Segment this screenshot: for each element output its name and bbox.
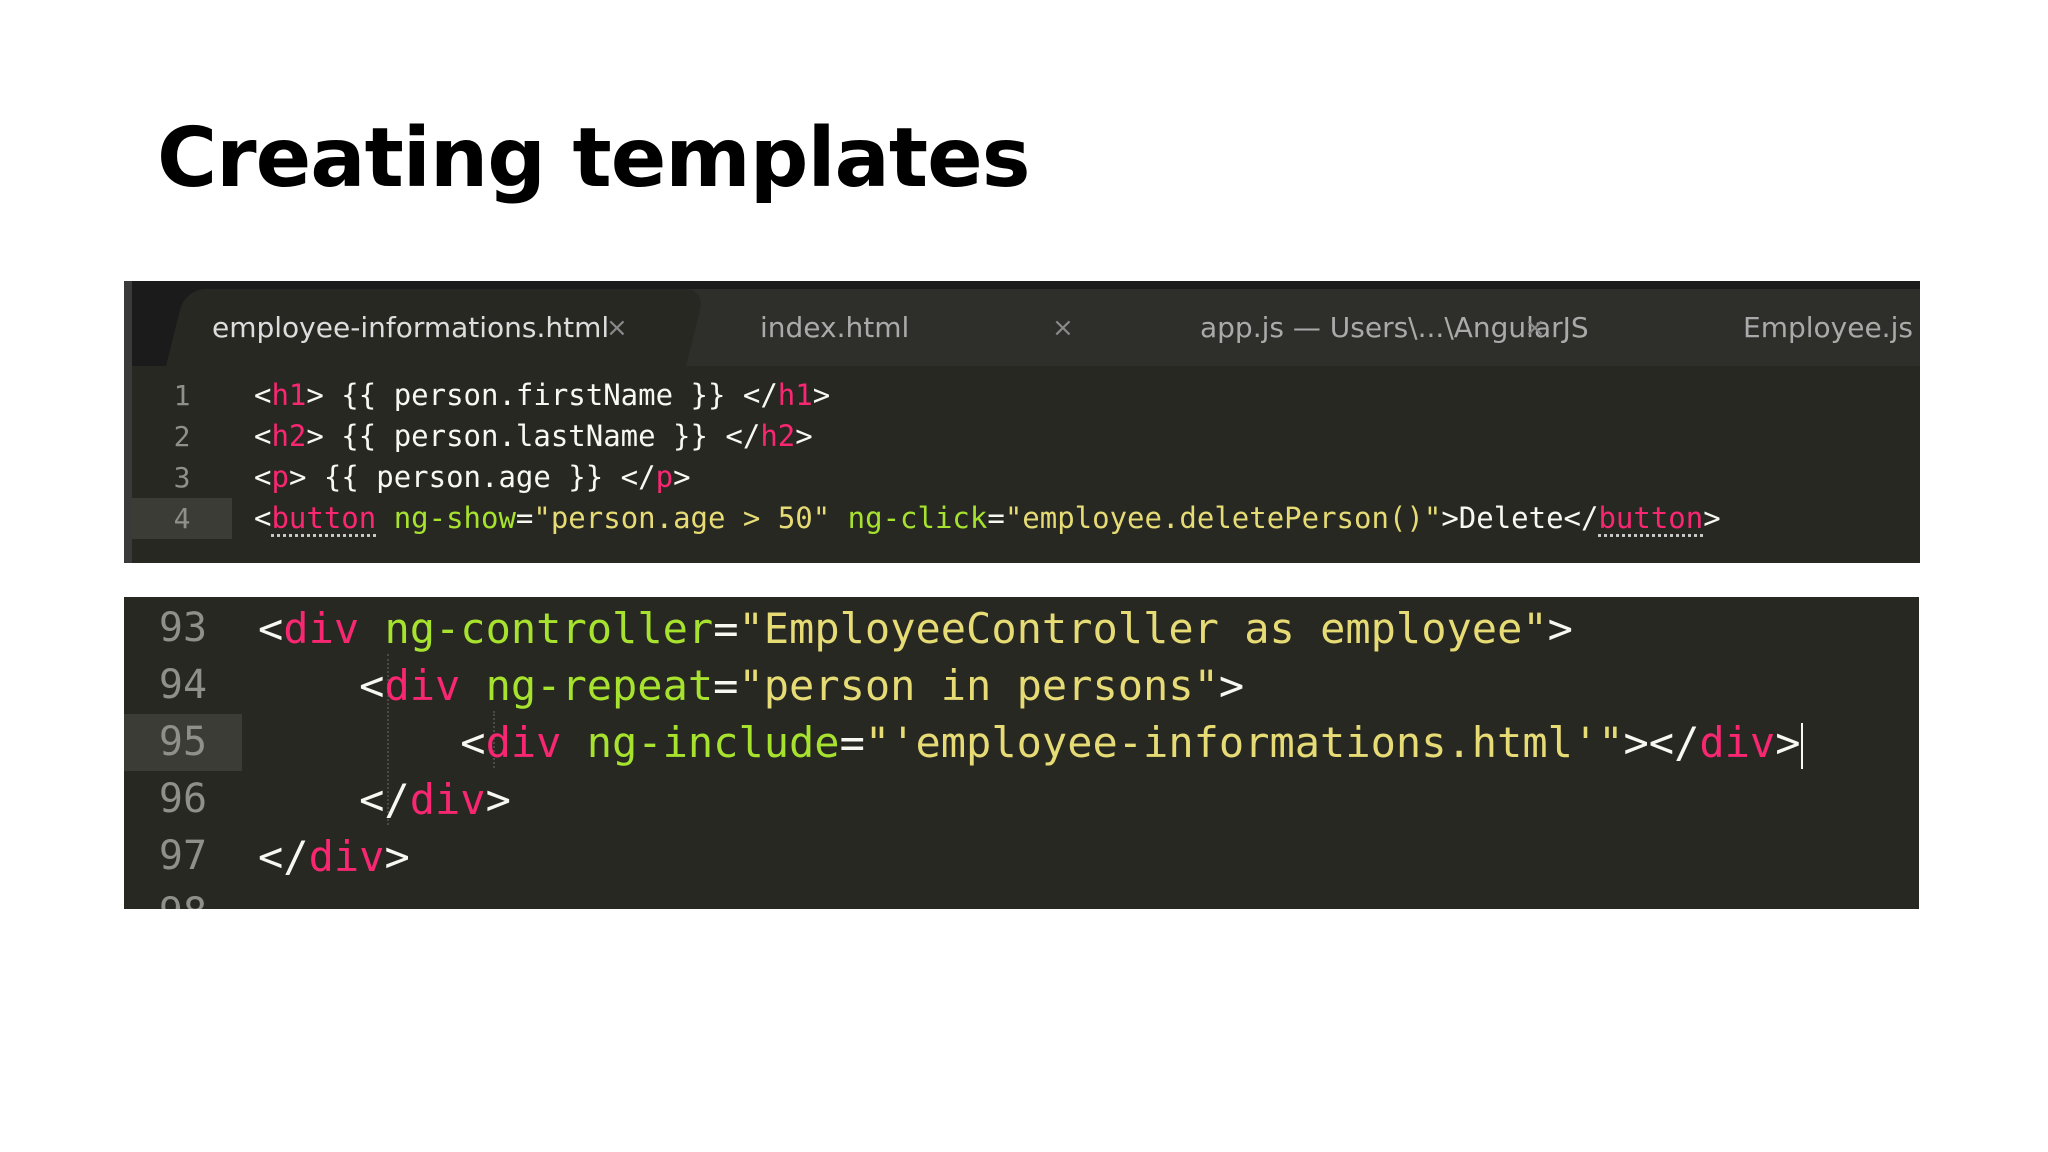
text-cursor bbox=[1800, 722, 1803, 769]
code-token: h2 bbox=[271, 419, 307, 453]
code-token: h2 bbox=[760, 419, 796, 453]
code-token: ng-include bbox=[586, 718, 840, 767]
code-token: > bbox=[795, 419, 813, 453]
code-token: < bbox=[258, 604, 284, 653]
code-token: "employee.deletePerson()" bbox=[1004, 501, 1442, 535]
code-token: div bbox=[485, 718, 562, 767]
slide-title: Creating templates bbox=[157, 111, 1031, 206]
code-line[interactable]: 2 <h2> {{ person.lastName }} </h2> bbox=[132, 416, 1920, 457]
code-token: div bbox=[1699, 718, 1776, 767]
code-token: > bbox=[1218, 661, 1245, 710]
code-line[interactable]: 93 <div ng-controller="EmployeeController… bbox=[124, 600, 1919, 657]
code-text: </div> bbox=[258, 828, 410, 885]
code-line[interactable]: 95 <div ng-include="'employee-informatio… bbox=[124, 714, 1919, 771]
code-token: > {{ person.lastName }} </ bbox=[306, 419, 761, 453]
code-token: >Delete</ bbox=[1441, 501, 1599, 535]
code-text: <div ng-include="'employee-informations.… bbox=[258, 714, 1803, 771]
code-line[interactable]: 4 <button ng-show="person.age > 50" ng-cl… bbox=[132, 498, 1920, 539]
code-line[interactable]: 94 <div ng-repeat="person in persons"> bbox=[124, 657, 1919, 714]
code-token: div bbox=[409, 775, 486, 824]
code-text: <div ng-controller="EmployeeController a… bbox=[258, 600, 1573, 657]
code-editor-template: employee-informations.html × index.html × ap… bbox=[124, 281, 1920, 563]
code-token: > bbox=[812, 378, 831, 412]
line-number: 2 bbox=[173, 420, 191, 453]
line-number: 94 bbox=[158, 662, 208, 708]
code-token: = bbox=[713, 661, 739, 710]
code-token: div bbox=[384, 661, 461, 710]
line-number: 96 bbox=[158, 776, 208, 822]
line-number: 3 bbox=[173, 461, 191, 494]
close-icon[interactable]: × bbox=[1524, 313, 1546, 343]
code-token: > bbox=[673, 460, 691, 494]
code-token: < bbox=[254, 419, 272, 453]
code-token: = bbox=[515, 501, 534, 535]
code-token: </ bbox=[258, 832, 309, 881]
line-number: 95 bbox=[124, 714, 242, 771]
code-token: = bbox=[713, 604, 739, 653]
line-number: 4 bbox=[132, 498, 232, 539]
code-token: ></ bbox=[1623, 718, 1700, 767]
editor-left-edge bbox=[124, 281, 132, 563]
tab-label: Employee.js bbox=[1743, 311, 1913, 344]
code-token: p bbox=[655, 460, 674, 494]
line-number: 97 bbox=[158, 833, 208, 879]
code-token: "EmployeeController as employee" bbox=[738, 604, 1548, 653]
code-token: ng-show bbox=[393, 501, 516, 535]
code-token: > bbox=[1703, 501, 1721, 535]
code-token: div bbox=[283, 604, 360, 653]
code-token: = bbox=[987, 501, 1005, 535]
code-token: div bbox=[308, 832, 385, 881]
code-editor-index: 93 <div ng-controller="EmployeeController… bbox=[124, 597, 1919, 909]
code-token: h1 bbox=[777, 378, 813, 412]
code-text: </div> bbox=[258, 771, 511, 828]
line-number: 98 bbox=[124, 885, 242, 909]
code-token: ng-click bbox=[847, 501, 988, 535]
code-token: "'employee-informations.html'" bbox=[864, 718, 1624, 767]
line-number: 1 bbox=[173, 379, 191, 412]
tab-label: employee-informations.html bbox=[212, 311, 610, 344]
code-text: <h1> {{ person.firstName }} </h1> bbox=[254, 375, 830, 416]
code-token: > {{ person.age }} </ bbox=[288, 460, 656, 494]
code-token: h1 bbox=[271, 378, 307, 412]
code-token: button bbox=[1598, 501, 1704, 535]
close-icon[interactable]: × bbox=[1052, 313, 1074, 343]
code-token: < bbox=[254, 460, 272, 494]
code-token: < bbox=[258, 661, 385, 710]
code-token: < bbox=[254, 501, 272, 535]
code-token: > bbox=[1547, 604, 1573, 653]
code-line[interactable]: 96 </div> bbox=[124, 771, 1919, 828]
code-line[interactable]: 3 <p> {{ person.age }} </p> bbox=[132, 457, 1920, 498]
code-token: ng-controller bbox=[384, 604, 714, 653]
code-line[interactable]: 1 <h1> {{ person.firstName }} </h1> bbox=[132, 375, 1920, 416]
code-text: <button ng-show="person.age > 50" ng-cli… bbox=[254, 498, 1721, 539]
code-area[interactable]: 1 <h1> {{ person.firstName }} </h1> 2 <h2> … bbox=[132, 375, 1920, 539]
code-token: < bbox=[254, 378, 272, 412]
tab-bar: employee-informations.html × index.html × ap… bbox=[132, 281, 1920, 366]
code-token: > bbox=[1775, 718, 1801, 767]
code-text: <p> {{ person.age }} </p> bbox=[254, 457, 691, 498]
code-line[interactable]: 98 bbox=[124, 885, 1919, 909]
code-token: "person.age > 50" bbox=[533, 501, 831, 535]
code-token: button bbox=[271, 501, 377, 535]
code-token: < bbox=[258, 718, 486, 767]
code-token: > bbox=[384, 832, 410, 881]
close-icon[interactable]: × bbox=[606, 313, 628, 343]
code-token: p bbox=[271, 460, 289, 494]
code-token: = bbox=[839, 718, 865, 767]
code-token: > {{ person.firstName }} </ bbox=[306, 378, 778, 412]
code-token: ng-repeat bbox=[485, 661, 714, 710]
line-number: 93 bbox=[158, 605, 208, 651]
code-text: <h2> {{ person.lastName }} </h2> bbox=[254, 416, 813, 457]
code-line[interactable]: 97 </div> bbox=[124, 828, 1919, 885]
code-token: </ bbox=[258, 775, 410, 824]
code-text: <div ng-repeat="person in persons"> bbox=[258, 657, 1244, 714]
tab-label: index.html bbox=[760, 311, 910, 344]
code-token: "person in persons" bbox=[738, 661, 1219, 710]
code-token: > bbox=[485, 775, 511, 824]
